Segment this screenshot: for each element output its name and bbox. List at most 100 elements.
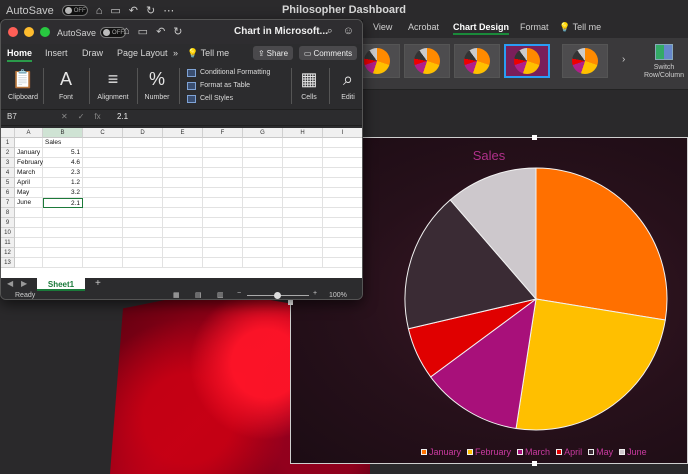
- select-all-corner[interactable]: [1, 128, 15, 138]
- zoom-in-icon[interactable]: +: [313, 290, 317, 297]
- cell-a10[interactable]: [15, 228, 43, 238]
- undo-icon[interactable]: ↶: [156, 25, 165, 38]
- cell-f2[interactable]: [203, 148, 243, 158]
- cell-g3[interactable]: [243, 158, 283, 168]
- cell-h11[interactable]: [283, 238, 323, 248]
- column-header-f[interactable]: F: [203, 128, 243, 138]
- legend-item-march[interactable]: March: [517, 447, 550, 457]
- cell-f10[interactable]: [203, 228, 243, 238]
- chevron-right-icon[interactable]: ›: [622, 54, 625, 65]
- cell-b11[interactable]: [43, 238, 83, 248]
- share-button[interactable]: ⇪ Share: [253, 46, 293, 60]
- cell-i9[interactable]: [323, 218, 362, 228]
- cell-b4[interactable]: 2.3: [43, 168, 83, 178]
- cell-a4[interactable]: March: [15, 168, 43, 178]
- editing-group[interactable]: ⌕ Editi: [335, 68, 361, 102]
- alignment-group[interactable]: ≡ Alignment: [95, 68, 131, 102]
- cell-h3[interactable]: [283, 158, 323, 168]
- tab-acrobat[interactable]: Acrobat: [408, 22, 439, 32]
- cell-a6[interactable]: May: [15, 188, 43, 198]
- switch-row-column-button[interactable]: Switch Row/Column: [642, 44, 686, 80]
- cell-a9[interactable]: [15, 218, 43, 228]
- pie-slice-january[interactable]: [535, 167, 668, 321]
- cell-e11[interactable]: [163, 238, 203, 248]
- cell-e13[interactable]: [163, 258, 203, 268]
- cell-e8[interactable]: [163, 208, 203, 218]
- row-header-2[interactable]: 2: [1, 148, 15, 158]
- cell-d10[interactable]: [123, 228, 163, 238]
- cell-h4[interactable]: [283, 168, 323, 178]
- cell-c13[interactable]: [83, 258, 123, 268]
- redo-icon[interactable]: ↻: [173, 25, 182, 38]
- cell-d4[interactable]: [123, 168, 163, 178]
- row-header-4[interactable]: 4: [1, 168, 15, 178]
- maximize-icon[interactable]: [40, 27, 50, 37]
- cell-d13[interactable]: [123, 258, 163, 268]
- cell-b13[interactable]: [43, 258, 83, 268]
- cell-h10[interactable]: [283, 228, 323, 238]
- chart-style-thumb-3[interactable]: [454, 44, 500, 78]
- cell-f3[interactable]: [203, 158, 243, 168]
- cell-c5[interactable]: [83, 178, 123, 188]
- cell-g5[interactable]: [243, 178, 283, 188]
- cell-i12[interactable]: [323, 248, 362, 258]
- cell-f6[interactable]: [203, 188, 243, 198]
- cell-c1[interactable]: [83, 138, 123, 148]
- chart-legend[interactable]: January February March April May June: [421, 447, 647, 457]
- cell-i11[interactable]: [323, 238, 362, 248]
- cell-c11[interactable]: [83, 238, 123, 248]
- cell-d7[interactable]: [123, 198, 163, 208]
- cell-d6[interactable]: [123, 188, 163, 198]
- cell-i13[interactable]: [323, 258, 362, 268]
- cell-c9[interactable]: [83, 218, 123, 228]
- row-header-6[interactable]: 6: [1, 188, 15, 198]
- cell-c7[interactable]: [83, 198, 123, 208]
- cell-e6[interactable]: [163, 188, 203, 198]
- cell-g13[interactable]: [243, 258, 283, 268]
- cell-c8[interactable]: [83, 208, 123, 218]
- cell-d2[interactable]: [123, 148, 163, 158]
- tab-chart-design[interactable]: Chart Design: [453, 22, 510, 35]
- cell-g6[interactable]: [243, 188, 283, 198]
- cell-b3[interactable]: 4.6: [43, 158, 83, 168]
- cell-f7[interactable]: [203, 198, 243, 208]
- cell-d8[interactable]: [123, 208, 163, 218]
- cancel-icon[interactable]: ✕: [61, 112, 68, 121]
- cell-i8[interactable]: [323, 208, 362, 218]
- cell-i2[interactable]: [323, 148, 362, 158]
- cell-g4[interactable]: [243, 168, 283, 178]
- cell-c12[interactable]: [83, 248, 123, 258]
- column-header-e[interactable]: E: [163, 128, 203, 138]
- close-icon[interactable]: [8, 27, 18, 37]
- cell-c6[interactable]: [83, 188, 123, 198]
- cell-g7[interactable]: [243, 198, 283, 208]
- row-header-5[interactable]: 5: [1, 178, 15, 188]
- spreadsheet-grid[interactable]: A B C D E F G H I 1 Sales 2 January 5.1 3 February 4.6 4 M…: [1, 128, 362, 278]
- cell-i1[interactable]: [323, 138, 362, 148]
- cell-a11[interactable]: [15, 238, 43, 248]
- add-sheet-icon[interactable]: +: [95, 278, 101, 289]
- save-icon[interactable]: ▭: [138, 25, 148, 38]
- cell-f12[interactable]: [203, 248, 243, 258]
- legend-item-april[interactable]: April: [556, 447, 582, 457]
- cell-a3[interactable]: February: [15, 158, 43, 168]
- row-header-12[interactable]: 12: [1, 248, 15, 258]
- row-header-11[interactable]: 11: [1, 238, 15, 248]
- cell-f4[interactable]: [203, 168, 243, 178]
- normal-view-icon[interactable]: ▦: [173, 291, 180, 299]
- cell-e12[interactable]: [163, 248, 203, 258]
- column-header-c[interactable]: C: [83, 128, 123, 138]
- cell-f1[interactable]: [203, 138, 243, 148]
- column-header-i[interactable]: I: [323, 128, 362, 138]
- cell-a7[interactable]: June: [15, 198, 43, 208]
- cell-g8[interactable]: [243, 208, 283, 218]
- cell-h1[interactable]: [283, 138, 323, 148]
- legend-item-june[interactable]: June: [619, 447, 647, 457]
- cell-d5[interactable]: [123, 178, 163, 188]
- legend-item-may[interactable]: May: [588, 447, 613, 457]
- cell-e5[interactable]: [163, 178, 203, 188]
- cell-i4[interactable]: [323, 168, 362, 178]
- row-header-9[interactable]: 9: [1, 218, 15, 228]
- name-box[interactable]: B7: [7, 112, 17, 121]
- next-sheet-icon[interactable]: ▶: [21, 279, 27, 288]
